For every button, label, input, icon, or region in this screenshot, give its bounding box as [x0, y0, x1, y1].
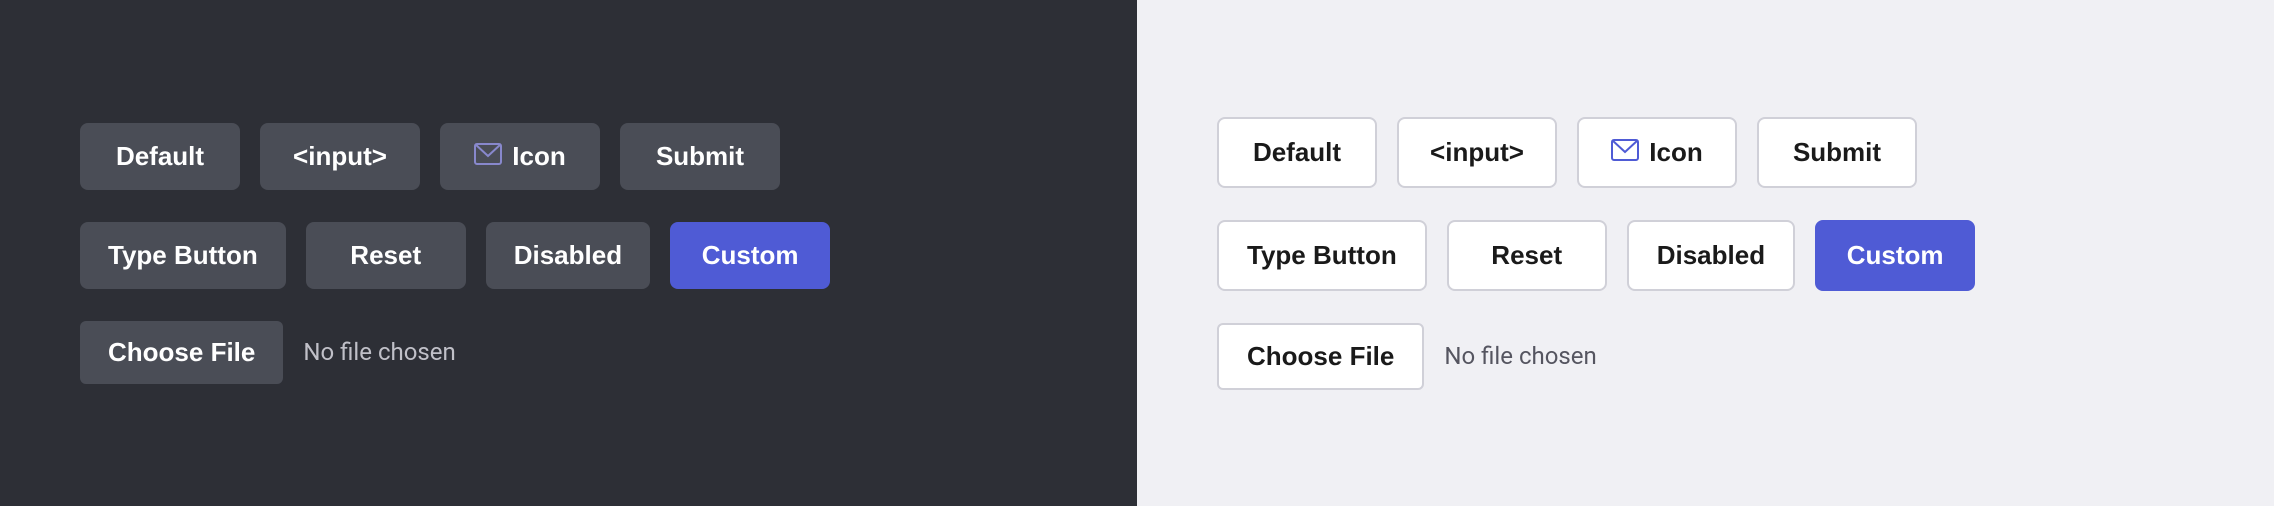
- light-panel: Default <input> Icon Submit Type Button …: [1137, 0, 2274, 506]
- light-reset-button[interactable]: Reset: [1447, 220, 1607, 291]
- light-row-1: Default <input> Icon Submit: [1217, 117, 1917, 188]
- light-submit-button[interactable]: Submit: [1757, 117, 1917, 188]
- light-default-button[interactable]: Default: [1217, 117, 1377, 188]
- mail-icon-light: [1611, 137, 1639, 168]
- light-icon-button[interactable]: Icon: [1577, 117, 1737, 188]
- dark-custom-button[interactable]: Custom: [670, 222, 830, 289]
- dark-icon-button[interactable]: Icon: [440, 123, 600, 190]
- mail-icon: [474, 141, 502, 172]
- dark-submit-button[interactable]: Submit: [620, 123, 780, 190]
- dark-reset-button[interactable]: Reset: [306, 222, 466, 289]
- dark-typebutton-button[interactable]: Type Button: [80, 222, 286, 289]
- light-choose-file-button[interactable]: Choose File: [1217, 323, 1424, 390]
- dark-row-2: Type Button Reset Disabled Custom: [80, 222, 830, 289]
- light-no-file-label: No file chosen: [1444, 342, 1596, 370]
- light-icon-label: Icon: [1649, 137, 1702, 168]
- light-row-2: Type Button Reset Disabled Custom: [1217, 220, 1975, 291]
- dark-input-button[interactable]: <input>: [260, 123, 420, 190]
- light-disabled-button[interactable]: Disabled: [1627, 220, 1795, 291]
- dark-default-button[interactable]: Default: [80, 123, 240, 190]
- light-file-row: Choose File No file chosen: [1217, 323, 1597, 390]
- dark-choose-file-button[interactable]: Choose File: [80, 321, 283, 384]
- dark-file-row: Choose File No file chosen: [80, 321, 456, 384]
- dark-disabled-button[interactable]: Disabled: [486, 222, 650, 289]
- light-custom-button[interactable]: Custom: [1815, 220, 1975, 291]
- dark-row-1: Default <input> Icon Submit: [80, 123, 780, 190]
- dark-panel: Default <input> Icon Submit Type Button …: [0, 0, 1137, 506]
- dark-no-file-label: No file chosen: [303, 338, 455, 366]
- light-typebutton-button[interactable]: Type Button: [1217, 220, 1427, 291]
- dark-icon-label: Icon: [512, 141, 565, 172]
- light-input-button[interactable]: <input>: [1397, 117, 1557, 188]
